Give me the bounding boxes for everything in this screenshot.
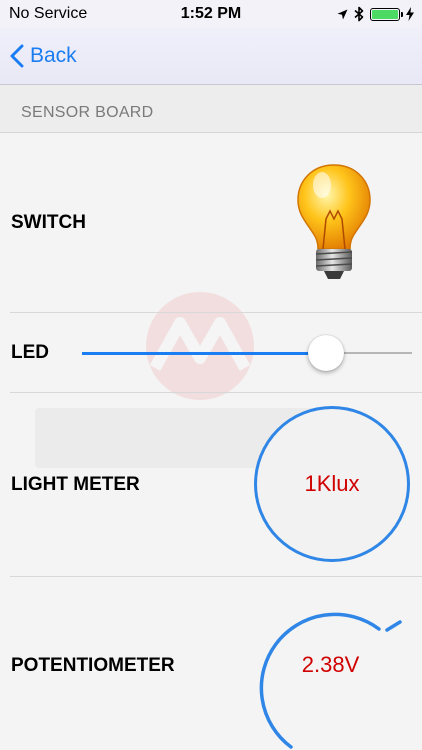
back-button[interactable]: Back xyxy=(10,40,77,72)
light-bulb-icon xyxy=(297,164,371,279)
potentiometer-label: POTENTIOMETER xyxy=(11,655,175,676)
led-slider[interactable] xyxy=(82,333,412,373)
divider xyxy=(10,312,422,313)
slider-thumb[interactable] xyxy=(308,335,345,371)
led-label: LED xyxy=(11,342,49,363)
battery-icon xyxy=(370,7,403,21)
slider-track-empty xyxy=(340,352,412,354)
section-header: SENSOR BOARD xyxy=(0,85,422,133)
slider-track-filled xyxy=(82,352,313,355)
light-meter-value: 1Klux xyxy=(304,471,360,496)
navigation-bar: Back xyxy=(0,28,422,85)
back-label: Back xyxy=(30,44,77,67)
light-meter-label: LIGHT METER xyxy=(11,474,140,495)
potentiometer-value: 2.38V xyxy=(301,652,360,677)
divider xyxy=(10,392,422,393)
chevron-left-icon xyxy=(10,44,24,68)
charging-bolt-icon xyxy=(406,7,414,21)
section-title: SENSOR BOARD xyxy=(21,104,154,121)
switch-label: SWITCH xyxy=(11,212,86,233)
divider xyxy=(10,576,422,577)
light-meter-dial: 1Klux xyxy=(254,406,410,562)
location-arrow-icon xyxy=(337,9,348,19)
sensor-list: SWITCH LED LIGHT METER 1Klux POTENTIOMET… xyxy=(0,133,422,750)
status-icons xyxy=(337,5,414,23)
bluetooth-icon xyxy=(354,6,364,22)
status-bar: No Service 1:52 PM xyxy=(0,0,422,28)
